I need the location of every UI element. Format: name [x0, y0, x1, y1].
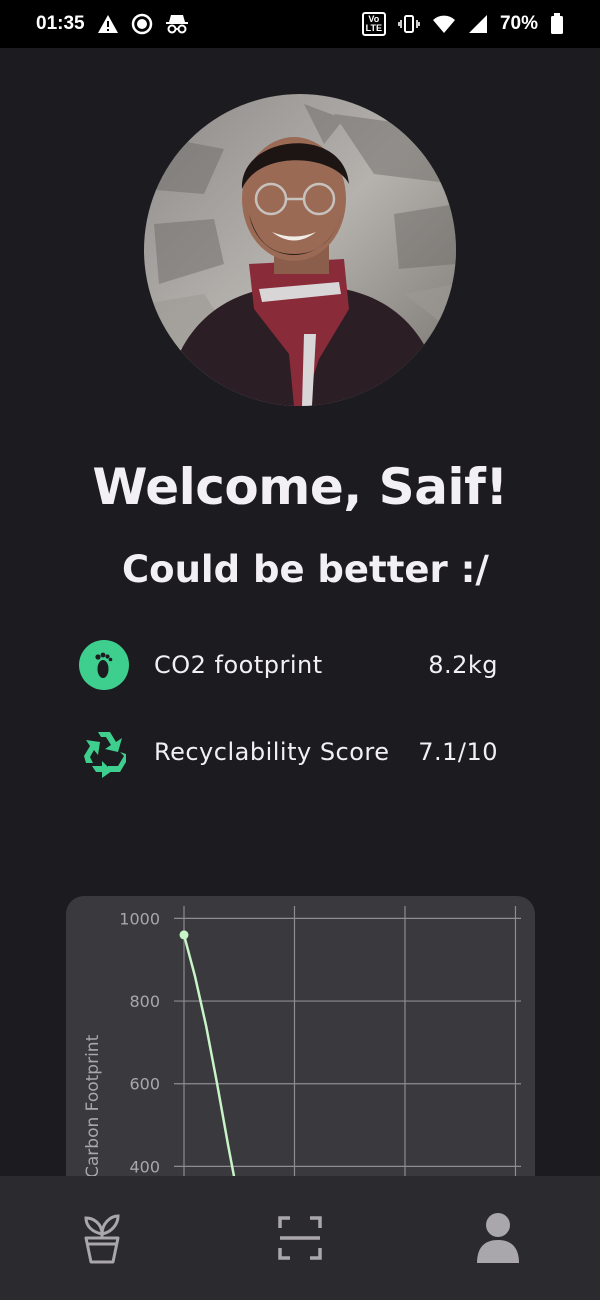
recycle-icon — [78, 726, 130, 778]
scan-icon — [278, 1216, 322, 1260]
clock: 01:35 — [36, 13, 85, 34]
data-point[interactable] — [179, 930, 189, 940]
y-tick-label: 1000 — [119, 909, 160, 928]
y-tick-label: 400 — [129, 1157, 160, 1176]
status-message: Could be better :/ — [122, 548, 489, 591]
nav-home-button[interactable] — [78, 1206, 126, 1270]
nav-profile-button[interactable] — [474, 1206, 522, 1270]
battery-percent: 70% — [499, 13, 538, 34]
incognito-icon — [165, 13, 189, 35]
avatar — [144, 94, 456, 406]
vibrate-icon — [398, 13, 420, 35]
record-icon — [131, 13, 153, 35]
stat-label: CO2 footprint — [154, 651, 323, 679]
stat-label: Recyclability Score — [154, 738, 390, 766]
y-tick-label: 600 — [129, 1075, 160, 1094]
recyclability-row: Recyclability Score 7.1/10 — [78, 726, 498, 778]
alert-icon — [97, 14, 119, 34]
bottom-navigation — [0, 1176, 600, 1300]
cell-signal-icon — [468, 14, 488, 34]
y-tick-label: 800 — [129, 992, 160, 1011]
footprint-icon — [78, 639, 130, 691]
volte-badge: Vo LTE — [361, 12, 386, 36]
chart-canvas: 400 600 800 1000 Carbon Footprint — [83, 906, 521, 1216]
co2-footprint-row: CO2 footprint 8.2kg — [78, 639, 498, 691]
welcome-heading: Welcome, Saif! — [92, 458, 508, 516]
wifi-icon — [432, 14, 456, 34]
carbon-footprint-chart: 400 600 800 1000 Carbon Footprint — [66, 896, 535, 1216]
battery-icon — [550, 13, 564, 35]
status-bar: 01:35 Vo LTE 70% — [0, 0, 600, 48]
nav-scan-button[interactable] — [276, 1206, 324, 1270]
y-axis-label: Carbon Footprint — [83, 1034, 103, 1178]
series-line — [182, 934, 245, 1216]
stat-value: 8.2kg — [428, 651, 498, 679]
profile-icon — [477, 1213, 519, 1263]
stat-value: 7.1/10 — [418, 738, 498, 766]
plant-pot-icon — [84, 1214, 120, 1264]
